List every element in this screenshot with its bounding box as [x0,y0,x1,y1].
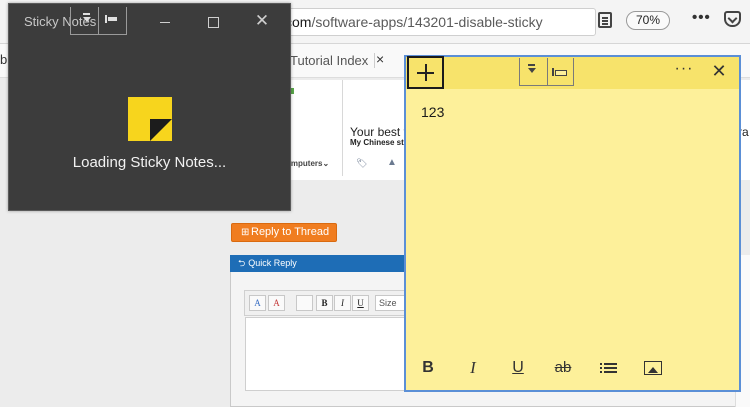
computers-menu[interactable]: omputers⌄ [286,159,329,168]
warning-icon[interactable]: ▲ [387,157,397,168]
reply-arrow-icon: ⮌ [238,258,246,268]
paste-button[interactable] [296,295,313,311]
tab-tutorial-index[interactable]: Tutorial Index [290,53,376,68]
font-color-button[interactable]: A [249,295,266,311]
minimize-icon[interactable] [155,12,175,32]
bullet-list-icon[interactable] [597,357,621,379]
maximize-icon[interactable] [203,12,223,32]
promo-link[interactable]: My Chinese stu [350,138,409,147]
font-size-select[interactable]: Size [375,295,405,311]
remove-format-button[interactable]: A [268,295,285,311]
format-underline-button[interactable]: U [506,357,530,379]
screen: com/software-apps/143201-disable-sticky … [0,0,750,407]
close-icon[interactable]: ✕ [252,11,272,31]
format-italic-button[interactable]: I [461,357,485,379]
reply-button-label: Reply to Thread [251,226,330,238]
bold-button[interactable]: B [316,295,333,311]
note-close-button[interactable]: ✕ [708,60,730,82]
sticky-notes-logo-icon [128,97,172,141]
pocket-icon[interactable] [724,11,741,27]
format-strikethrough-button[interactable]: ab [551,357,575,379]
underline-button[interactable]: U [352,295,369,311]
loading-message: Loading Sticky Notes... [72,154,227,171]
panel-divider [342,80,343,176]
add-image-icon[interactable] [641,357,665,379]
note-collapse-arrow-icon[interactable] [526,64,538,78]
reply-to-thread-button[interactable]: Reply to Thread [231,223,337,242]
note-menu-button[interactable]: ··· [673,60,695,82]
add-note-button[interactable] [407,56,444,89]
quick-reply-title: Quick Reply [248,258,297,268]
sticky-note-window[interactable] [404,55,741,392]
tag-icon[interactable]: 🏷 [356,158,367,169]
tab-close-icon[interactable]: × [376,51,384,67]
bookmark-item-fragment[interactable]: b [0,52,7,67]
italic-button[interactable]: I [334,295,351,311]
zoom-level-badge[interactable]: 70% [626,11,670,30]
collapse-arrow-icon[interactable] [81,12,93,26]
page-actions-more-icon[interactable]: ••• [692,9,711,26]
url-path: /software-apps/143201-disable-sticky [311,14,543,30]
pin-icon[interactable] [105,14,119,24]
reader-view-icon[interactable] [598,12,612,28]
address-url[interactable]: com/software-apps/143201-disable-sticky [285,14,543,30]
note-pin-icon[interactable] [552,67,568,77]
address-bar[interactable]: com/software-apps/143201-disable-sticky [280,8,596,36]
format-bold-button[interactable]: B [416,357,440,379]
promo-heading[interactable]: Your best f [350,125,407,139]
note-text-content[interactable]: 123 [421,104,444,120]
